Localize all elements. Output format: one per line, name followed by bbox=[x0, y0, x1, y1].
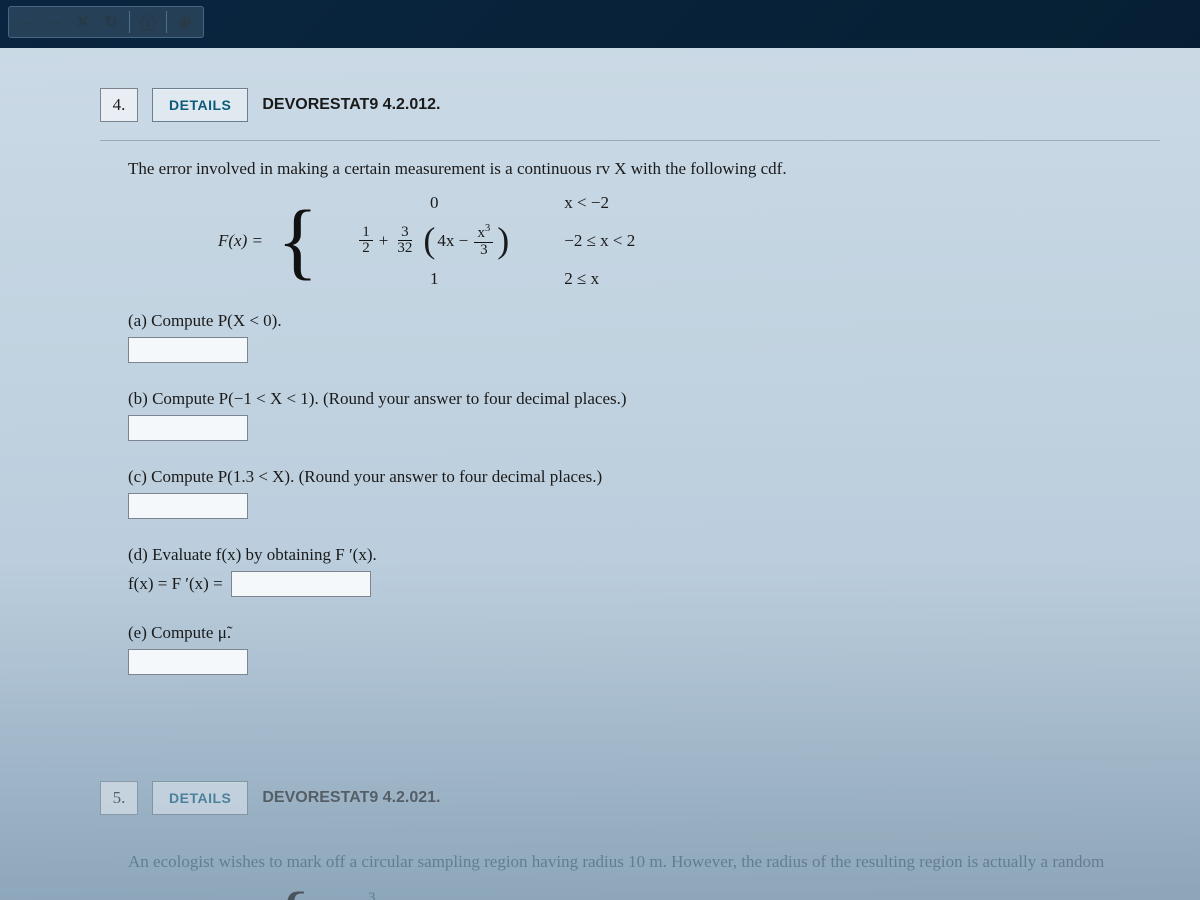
fraction-half: 1 2 bbox=[359, 225, 373, 258]
subquestion-a: (a) Compute P(X < 0). bbox=[128, 311, 1160, 363]
problem-body: An ecologist wishes to mark off a circul… bbox=[100, 833, 1160, 900]
problem-body: The error involved in making a certain m… bbox=[100, 140, 1160, 711]
details-button[interactable]: DETAILS bbox=[152, 88, 248, 122]
subq-c-label: (c) Compute P(1.3 < X). (Round your answ… bbox=[128, 467, 1160, 487]
refresh-button[interactable]: ↻ bbox=[99, 10, 123, 34]
fraction-3-32: 3 32 bbox=[394, 225, 415, 258]
back-button[interactable]: ← bbox=[15, 10, 39, 34]
close-icon: ✕ bbox=[76, 12, 89, 32]
problem-header: 5. DETAILS DEVORESTAT9 4.2.021. bbox=[100, 781, 1160, 815]
question-number: 4. bbox=[100, 88, 138, 122]
left-brace: { bbox=[270, 886, 311, 900]
textbook-reference: DEVORESTAT9 4.2.021. bbox=[262, 789, 440, 807]
answer-input-a[interactable] bbox=[128, 337, 248, 363]
answer-input-d[interactable] bbox=[231, 571, 371, 597]
case-expr-2: 1 2 + 3 32 ( 4x bbox=[334, 223, 534, 259]
case-expr-1: 3 4 [1 − (10 − r)2] bbox=[328, 891, 528, 900]
forward-button[interactable]: → bbox=[43, 10, 67, 34]
subq-d-prefix: f(x) = F ′(x) = bbox=[128, 574, 223, 594]
case-cond-1: x < −2 bbox=[564, 193, 609, 213]
subq-d-label: (d) Evaluate f(x) by obtaining F ′(x). bbox=[128, 545, 1160, 565]
subq-e-label: (e) Compute μ̃. bbox=[128, 623, 1160, 643]
problem-intro: The error involved in making a certain m… bbox=[128, 159, 1160, 179]
function-label: F(x) = bbox=[218, 231, 263, 251]
case-row-2: 1 2 + 3 32 ( 4x bbox=[334, 223, 635, 259]
question-number: 5. bbox=[100, 781, 138, 815]
zoom-icon: ⊕ bbox=[178, 12, 191, 32]
forward-icon: → bbox=[47, 13, 63, 31]
details-button[interactable]: DETAILS bbox=[152, 781, 248, 815]
subq-b-label: (b) Compute P(−1 < X < 1). (Round your a… bbox=[128, 389, 1160, 409]
info-icon: ⓘ bbox=[140, 10, 156, 34]
problem-intro: An ecologist wishes to mark off a circul… bbox=[128, 852, 1160, 872]
case-row-1: 0 x < −2 bbox=[334, 193, 635, 213]
page-content: 4. DETAILS DEVORESTAT9 4.2.012. The erro… bbox=[0, 48, 1200, 900]
toolbar-separator bbox=[166, 11, 167, 33]
case-cond-2: −2 ≤ x < 2 bbox=[564, 231, 635, 251]
parenthesized-term: ( 4x − x3 3 ) bbox=[421, 223, 511, 259]
case-cond-3: 2 ≤ x bbox=[564, 269, 599, 289]
fraction-3-4: 3 4 bbox=[365, 891, 379, 900]
subquestion-d: (d) Evaluate f(x) by obtaining F ′(x). f… bbox=[128, 545, 1160, 597]
back-icon: ← bbox=[19, 13, 35, 31]
toolbar-separator bbox=[129, 11, 130, 33]
case-expr-1: 0 bbox=[334, 193, 534, 213]
subquestion-b: (b) Compute P(−1 < X < 1). (Round your a… bbox=[128, 389, 1160, 441]
answer-input-b[interactable] bbox=[128, 415, 248, 441]
browser-toolbar: ← → ✕ ↻ ⓘ ⊕ bbox=[8, 6, 204, 38]
subq-a-label: (a) Compute P(X < 0). bbox=[128, 311, 1160, 331]
case-row-1: 3 4 [1 − (10 − r)2] 9 ≤ r ≤ 11 bbox=[328, 891, 624, 900]
textbook-reference: DEVORESTAT9 4.2.012. bbox=[262, 96, 440, 114]
case-expr-3: 1 bbox=[334, 269, 534, 289]
answer-input-c[interactable] bbox=[128, 493, 248, 519]
pdf-definition: f(r) = { 3 4 [1 − (10 − r)2] bbox=[218, 886, 1160, 900]
problem-5: 5. DETAILS DEVORESTAT9 4.2.021. An ecolo… bbox=[100, 781, 1160, 900]
piecewise-cases: 3 4 [1 − (10 − r)2] 9 ≤ r ≤ 11 0 otherwi… bbox=[328, 891, 624, 900]
subquestion-c: (c) Compute P(1.3 < X). (Round your answ… bbox=[128, 467, 1160, 519]
problem-header: 4. DETAILS DEVORESTAT9 4.2.012. bbox=[100, 88, 1160, 122]
refresh-icon: ↻ bbox=[104, 12, 117, 32]
subquestion-e: (e) Compute μ̃. bbox=[128, 623, 1160, 675]
zoom-button[interactable]: ⊕ bbox=[173, 10, 197, 34]
close-button[interactable]: ✕ bbox=[71, 10, 95, 34]
fraction-xcubed-3: x3 3 bbox=[474, 223, 493, 259]
problem-4: 4. DETAILS DEVORESTAT9 4.2.012. The erro… bbox=[100, 88, 1160, 741]
cdf-definition: F(x) = { 0 x < −2 1 2 bbox=[218, 193, 1160, 289]
left-brace: { bbox=[277, 204, 318, 277]
answer-input-e[interactable] bbox=[128, 649, 248, 675]
piecewise-cases: 0 x < −2 1 2 + 3 bbox=[334, 193, 635, 289]
case-row-3: 1 2 ≤ x bbox=[334, 269, 635, 289]
info-button[interactable]: ⓘ bbox=[136, 10, 160, 34]
